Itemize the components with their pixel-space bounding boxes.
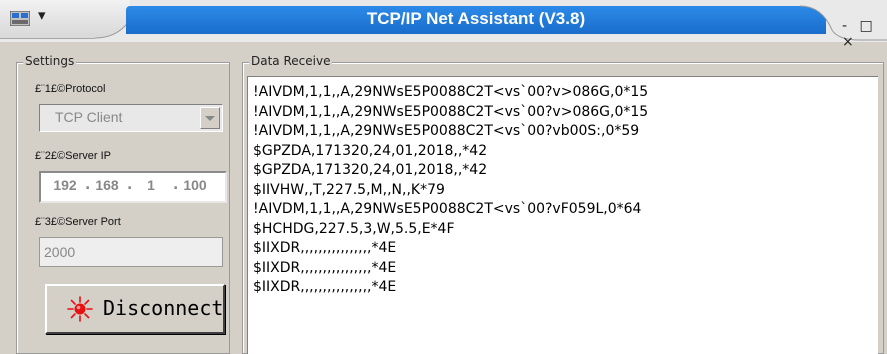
title-bar[interactable]: ▾ TCP/IP Net Assistant (V3.8) - □ × — [0, 0, 887, 50]
ip-octet-4[interactable]: 100 — [177, 177, 213, 193]
disconnect-button-label: Disconnect — [103, 296, 224, 320]
receive-line: !AIVDM,1,1,,A,29NWsE5P0088C2T<vs`00?vF05… — [253, 201, 642, 217]
receive-line: $IIXDR,,,,,,,,,,,,,,,,*4E — [253, 279, 397, 295]
server-port-input[interactable]: 2000 — [39, 237, 223, 267]
disconnect-button[interactable]: Disconnect — [45, 284, 225, 334]
receive-line: !AIVDM,1,1,,A,29NWsE5P0088C2T<vs`00?v>08… — [253, 103, 649, 120]
receive-lines: !AIVDM,1,1,,A,29NWsE5P0088C2T<vs`00?v>08… — [253, 83, 648, 298]
receive-line: $IIVHW,,T,227.5,M,,N,,K*79 — [253, 181, 445, 198]
receive-line: $GPZDA,171320,24,01,2018,,*42 — [253, 142, 488, 159]
window-controls[interactable]: - □ × — [842, 18, 887, 50]
protocol-value: TCP Client — [55, 109, 123, 125]
receive-line: $IIXDR,,,,,,,,,,,,,,,,*4E — [253, 259, 397, 276]
protocol-label: £¨1£©Protocol — [35, 83, 106, 95]
server-port-label: £¨3£©Server Port — [35, 216, 121, 228]
chevron-down-icon — [205, 116, 215, 121]
app-icon[interactable] — [10, 11, 30, 26]
receive-line: !AIVDM,1,1,,A,29NWsE5P0088C2T<vs`00?vb00… — [253, 123, 640, 139]
settings-group: Settings £¨1£©Protocol TCP Client £¨2£©S… — [16, 54, 230, 354]
ip-dot: . — [127, 177, 133, 193]
data-receive-group: Data Receive !AIVDM,1,1,,A,29NWsE5P0088C… — [242, 54, 884, 354]
server-ip-input[interactable]: 192 . 168 . 1 . 100 — [39, 171, 227, 203]
settings-legend: Settings — [23, 54, 77, 68]
title-bar-caption-area: TCP/IP Net Assistant (V3.8) — [126, 6, 826, 34]
data-receive-legend: Data Receive — [249, 54, 333, 68]
server-ip-label: £¨2£©Server IP — [35, 150, 111, 162]
server-port-value: 2000 — [44, 244, 76, 260]
receive-line: $IIXDR,,,,,,,,,,,,,,,,*4E — [253, 240, 397, 256]
ip-octet-2[interactable]: 168 — [89, 177, 125, 193]
ip-octet-3[interactable]: 1 — [133, 177, 169, 193]
protocol-select[interactable]: TCP Client — [39, 104, 223, 132]
receive-line: $GPZDA,171320,24,01,2018,,*42 — [253, 162, 488, 178]
protocol-dropdown-button[interactable] — [200, 107, 220, 129]
receive-line: !AIVDM,1,1,,A,29NWsE5P0088C2T<vs`00?v>08… — [253, 84, 649, 100]
red-status-light-icon — [67, 296, 93, 322]
window-title: TCP/IP Net Assistant (V3.8) — [366, 9, 586, 28]
receive-line: $HCHDG,227.5,3,W,5.5,E*4F — [253, 220, 455, 237]
ip-octet-1[interactable]: 192 — [47, 177, 83, 193]
chevron-down-icon[interactable]: ▾ — [38, 6, 46, 24]
receive-text-area[interactable]: !AIVDM,1,1,,A,29NWsE5P0088C2T<vs`00?v>08… — [247, 76, 878, 354]
